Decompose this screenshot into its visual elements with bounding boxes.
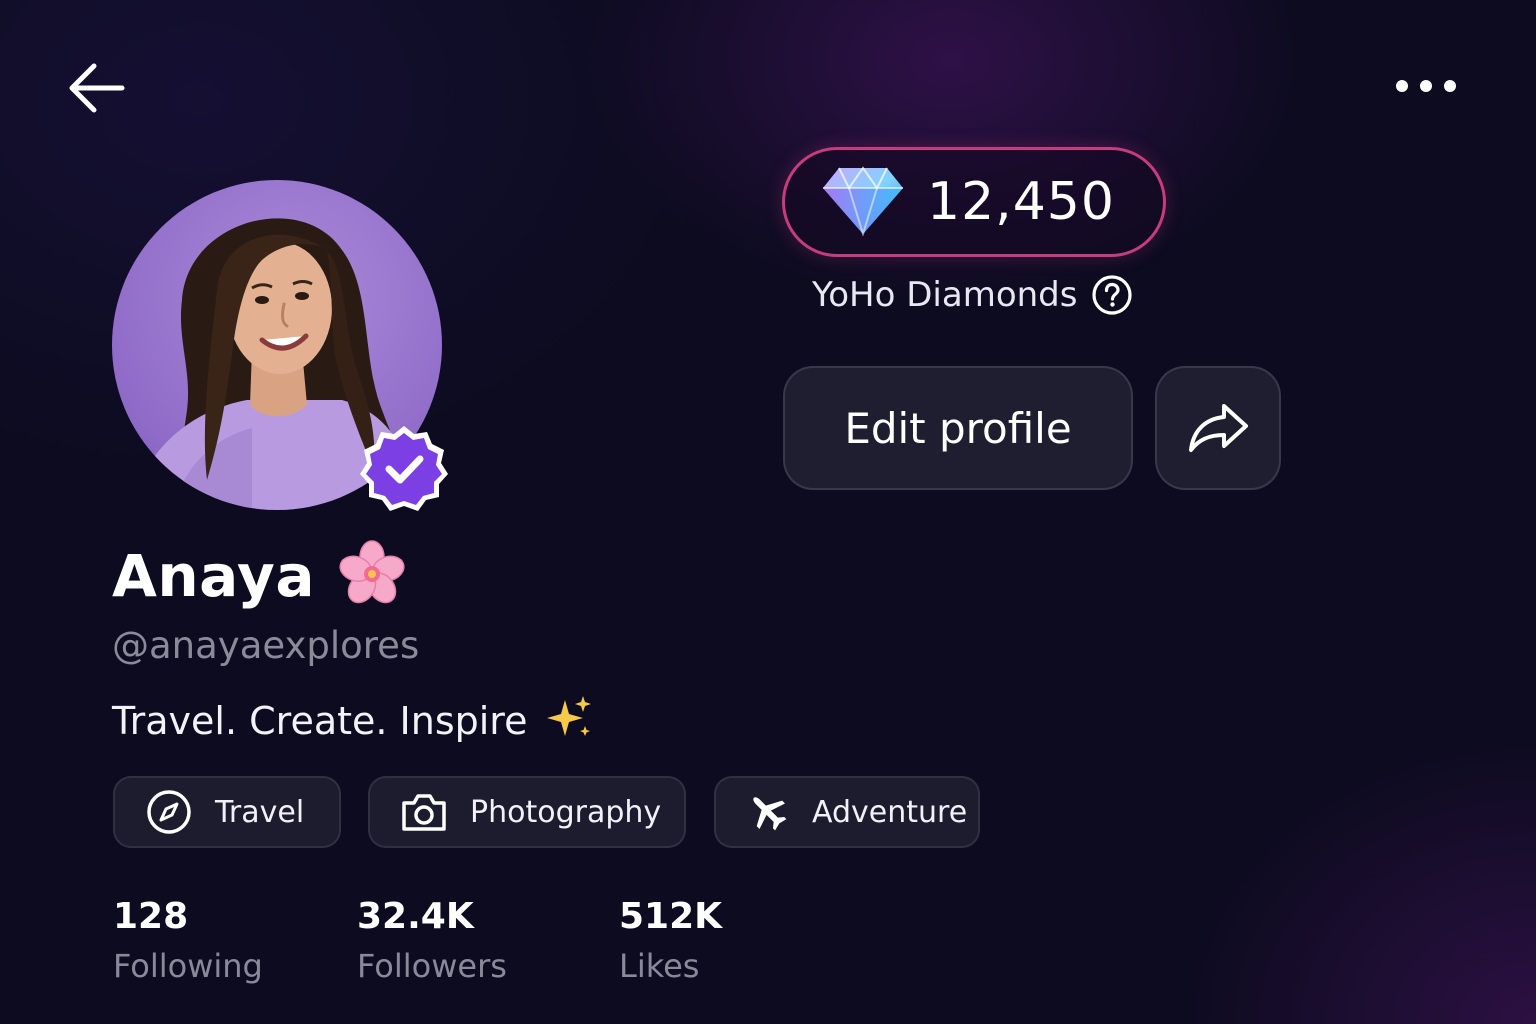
- stat-label: Likes: [619, 947, 700, 985]
- verified-check-icon: [360, 426, 448, 511]
- arrow-left-icon: [69, 63, 125, 113]
- tag-label: Travel: [215, 794, 305, 830]
- diamond-caption: YoHo Diamonds: [812, 275, 1078, 315]
- tag-photography[interactable]: Photography: [368, 776, 686, 848]
- verified-badge: [358, 422, 450, 514]
- airplane-icon: [746, 788, 790, 836]
- edit-profile-button[interactable]: Edit profile: [783, 366, 1133, 490]
- back-button[interactable]: [60, 52, 132, 124]
- diamond-count: 12,450: [927, 172, 1115, 232]
- bio-row: Travel. Create. Inspire: [112, 694, 593, 747]
- bio-text: Travel. Create. Inspire: [112, 698, 528, 743]
- tag-label: Photography: [470, 794, 662, 830]
- sparkles-icon: [545, 694, 593, 747]
- tag-label: Adventure: [812, 794, 968, 830]
- compass-icon: [145, 788, 193, 836]
- diamond-icon: [821, 164, 905, 241]
- stat-label: Followers: [357, 947, 507, 985]
- stat-following[interactable]: 128 Following: [113, 893, 263, 985]
- stat-likes[interactable]: 512K Likes: [619, 893, 722, 985]
- diamond-caption-row: YoHo Diamonds: [812, 270, 1133, 320]
- flower-emoji-icon: [337, 539, 407, 614]
- username-handle: @anayaexplores: [112, 624, 420, 667]
- tag-adventure[interactable]: Adventure: [714, 776, 980, 848]
- stat-value: 128: [113, 896, 189, 937]
- more-horizontal-icon: [1396, 80, 1456, 92]
- profile-name-row: Anaya: [112, 536, 407, 616]
- more-options-button[interactable]: [1386, 62, 1466, 110]
- share-button[interactable]: [1155, 366, 1281, 490]
- stat-followers[interactable]: 32.4K Followers: [357, 893, 507, 985]
- stat-label: Following: [113, 947, 263, 985]
- camera-icon: [400, 788, 448, 836]
- share-icon: [1189, 404, 1248, 452]
- diamond-balance[interactable]: 12,450: [782, 147, 1166, 257]
- stat-value: 512K: [619, 896, 723, 937]
- stat-value: 32.4K: [357, 896, 474, 937]
- help-icon[interactable]: [1091, 274, 1133, 316]
- display-name: Anaya: [112, 542, 315, 610]
- tag-travel[interactable]: Travel: [113, 776, 341, 848]
